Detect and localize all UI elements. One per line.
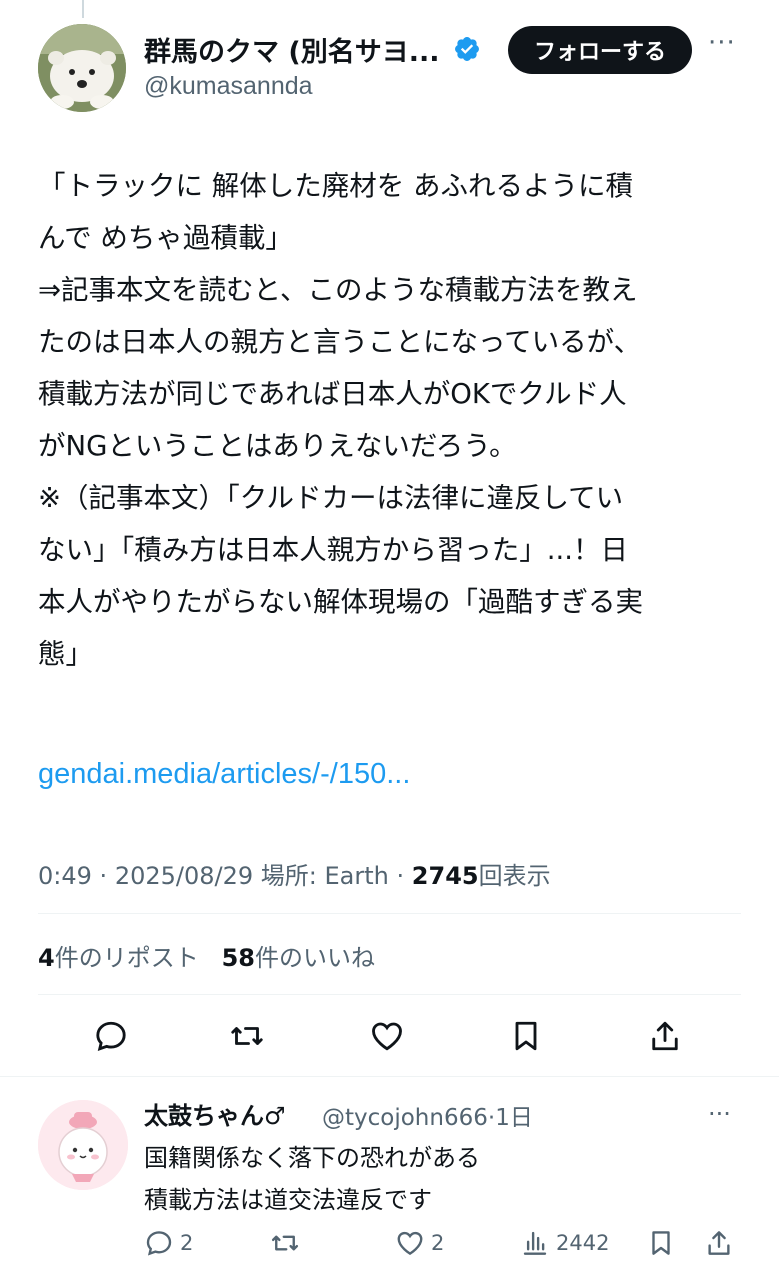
share-icon [708,1231,730,1255]
tweet-line: ⇒記事本文を読むと、このような積載方法を教え [38,274,638,306]
bookmark-button[interactable] [508,1018,548,1058]
author-avatar[interactable] [38,24,126,112]
reply-like-count: 2 [431,1231,445,1255]
repost-stat[interactable]: 4件のリポスト [38,944,199,972]
divider [38,913,741,914]
tweet-line: 態」 [38,638,93,670]
follow-button[interactable]: フォローする [508,26,692,74]
heart-icon [397,1231,423,1256]
article-link[interactable]: gendai.media/articles/-/150... [38,758,410,791]
bookmark-icon [652,1231,670,1255]
meta-separator: · [99,862,108,890]
reply-share-button[interactable] [704,1228,740,1258]
tweet-time[interactable]: 0:49 [38,862,92,890]
reply-time[interactable]: 1日 [495,1105,533,1131]
tweet-line: 「トラックに 解体した廃材を あふれるように積 [38,170,633,202]
reply-more-icon[interactable]: ··· [708,1100,731,1128]
meta-separator: · [396,862,405,890]
reply-reply-count: 2 [180,1231,194,1255]
thread-connector-line [82,0,84,18]
reply-text-line: 国籍関係なく落下の恐れがある [144,1144,480,1172]
repost-button[interactable] [229,1018,269,1058]
divider [38,994,741,995]
reply-author-name[interactable]: 太鼓ちゃん♂ [144,1096,286,1131]
reply-button[interactable] [93,1018,133,1058]
like-stat[interactable]: 58件のいいね [222,944,375,972]
tweet-line: がNGということはありえないだろう。 [38,430,517,462]
view-count-label: 回表示 [478,862,551,890]
reply-views-button[interactable]: 2442 [520,1228,609,1258]
tweet-location: 場所: Earth [260,862,389,890]
tweet-line: 本人がやりたがらない解体現場の「過酷すぎる実 [38,586,643,618]
view-count: 2745 [411,862,479,890]
reply-author-handle[interactable]: @tycojohn666 [322,1105,488,1131]
author-handle[interactable]: @kumasannda [144,72,313,101]
more-options-icon[interactable]: ··· [708,28,736,58]
tweet-text: 「トラックに 解体した廃材を あふれるように積 んで めちゃ過積載」 ⇒記事本文… [38,160,743,680]
engagement-stats: 4件のリポスト 58件のいいね [38,938,375,973]
reply-divider [0,1076,779,1077]
reply-like-button[interactable]: 2 [395,1228,444,1258]
reply-icon [146,1231,172,1256]
analytics-icon [523,1231,547,1255]
like-button[interactable] [369,1018,409,1058]
reply-handle-time: @tycojohn666·1日 [322,1098,533,1132]
tweet-meta: 0:49 · 2025/08/29 場所: Earth · 2745回表示 [38,856,551,891]
reply-text-line: 積載方法は道交法違反です [144,1186,432,1214]
reply-avatar[interactable] [38,1100,128,1190]
reply-bookmark-button[interactable] [646,1228,682,1258]
reply-view-count: 2442 [556,1231,610,1255]
repost-icon [271,1235,299,1251]
repost-count: 4 [38,944,55,972]
author-name[interactable]: 群馬のクマ (別名サヨ... [144,30,440,69]
tweet-line: ない」「積み方は日本人親方から習った」...！日 [38,534,628,566]
reply-repost-button[interactable] [270,1228,306,1258]
tweet-line: ※（記事本文）「クルドカーは法律に違反してい [38,482,624,514]
like-count: 58 [221,944,255,972]
share-icon [652,1021,678,1051]
repost-icon [231,1027,263,1045]
bookmark-icon [515,1021,537,1051]
tweet-line: んで めちゃ過積載」 [38,222,293,254]
share-button[interactable] [647,1018,687,1058]
reply-icon [96,1021,126,1051]
tweet-date[interactable]: 2025/08/29 [115,862,253,890]
verified-badge-icon [455,37,479,61]
tweet-line: たのは日本人の親方と言うことになっているが、 [38,326,642,358]
reply-reply-button[interactable]: 2 [144,1228,193,1258]
repost-label: 件のリポスト [54,944,199,972]
like-label: 件のいいね [255,944,375,972]
tweet-line: 積載方法が同じであれば日本人がOKでクルド人 [38,378,627,410]
reply-text: 国籍関係なく落下の恐れがある 積載方法は道交法違反です [144,1137,480,1221]
heart-icon [372,1022,402,1051]
